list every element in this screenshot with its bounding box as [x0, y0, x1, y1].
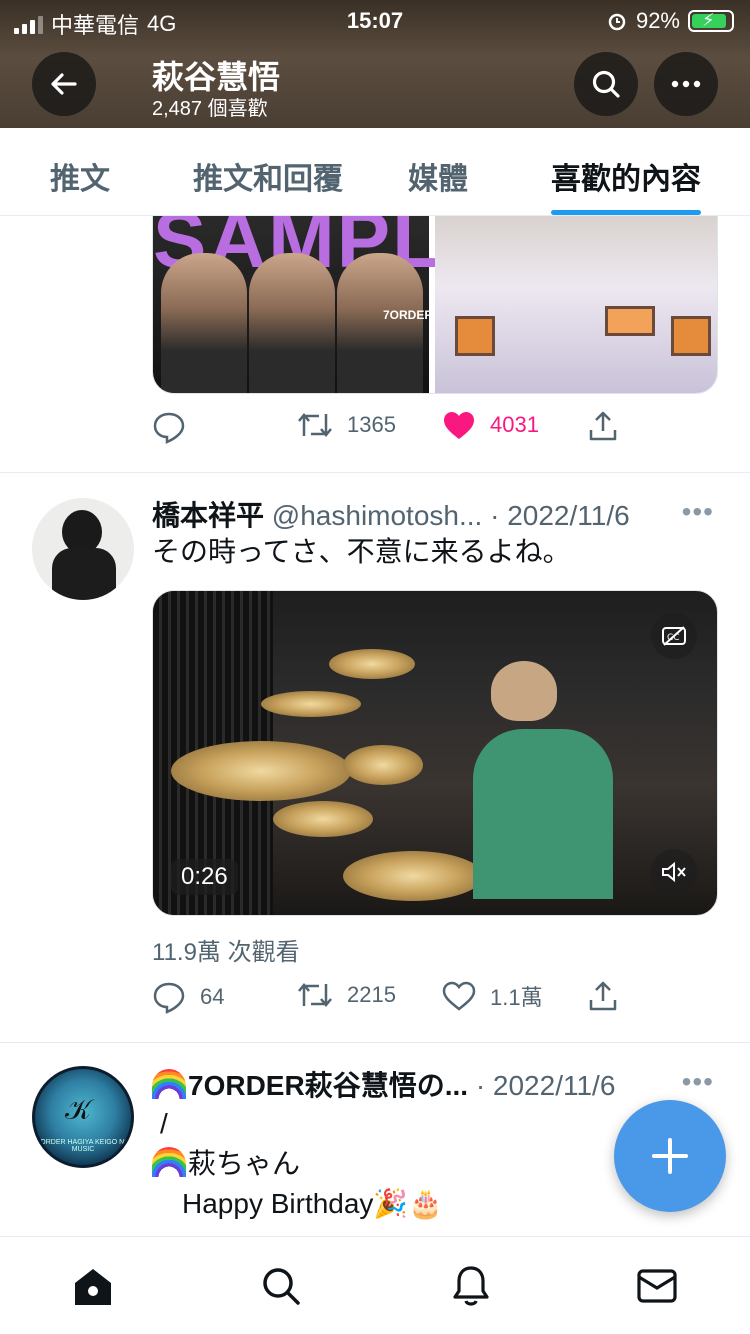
- tweet-actions: 1365 4031: [152, 410, 622, 450]
- like-button[interactable]: 4031: [442, 410, 539, 440]
- retweet-count: 2215: [347, 982, 396, 1007]
- tweet-image-2[interactable]: [435, 216, 717, 393]
- reply-button[interactable]: [152, 410, 186, 444]
- mute-button[interactable]: [651, 849, 697, 895]
- plus-icon: [652, 1138, 688, 1174]
- reply-button[interactable]: 64: [152, 980, 224, 1014]
- arrow-left-icon: [51, 73, 77, 95]
- retweet-icon: [298, 983, 332, 1007]
- home-icon: [75, 1269, 111, 1305]
- alarm-icon: [608, 13, 626, 31]
- video-duration: 0:26: [171, 859, 238, 895]
- mail-icon: [637, 1269, 677, 1303]
- active-tab-indicator: [551, 210, 701, 215]
- signature-graphic: 𝒦: [65, 1093, 92, 1126]
- like-button[interactable]: 1.1萬: [442, 980, 543, 1012]
- author-name[interactable]: 7ORDER萩谷慧悟の...: [188, 1070, 468, 1101]
- tab-tweets-replies[interactable]: 推文和回覆: [193, 154, 343, 198]
- tweet-divider: [0, 472, 750, 473]
- tab-tweets[interactable]: 推文: [50, 154, 110, 198]
- back-button[interactable]: [32, 52, 96, 116]
- avatar[interactable]: 𝒦 7ORDER HAGIYA KEIGO NO MUSIC: [32, 1066, 134, 1168]
- tweet-date[interactable]: · 2022/11/6: [476, 1070, 616, 1101]
- author-handle-date[interactable]: @hashimotosh... · 2022/11/6: [272, 500, 630, 531]
- tab-media[interactable]: 媒體: [408, 154, 468, 198]
- status-right: 92% ⚡: [606, 8, 734, 34]
- nav-notifications[interactable]: [446, 1261, 496, 1311]
- tweet-more-button[interactable]: •••: [682, 496, 714, 528]
- retweet-count: 1365: [347, 412, 396, 437]
- captions-off-icon: CC: [662, 626, 686, 646]
- tweet-header: 橋本祥平 @hashimotosh... · 2022/11/6: [152, 494, 630, 534]
- heart-filled-icon: [444, 412, 474, 439]
- tweet-actions: 64 2215 1.1萬: [152, 980, 622, 1020]
- profile-tabs: 推文 推文和回覆 媒體 喜歡的內容: [0, 128, 750, 216]
- avatar[interactable]: [32, 498, 134, 600]
- search-icon: [263, 1268, 300, 1305]
- reply-icon: [153, 412, 185, 444]
- likes-count: 2,487 個喜歡: [152, 98, 268, 120]
- captions-button[interactable]: CC: [651, 613, 697, 659]
- tweet-video[interactable]: CC 0:26: [152, 590, 718, 916]
- retweet-button[interactable]: 2215: [297, 980, 396, 1010]
- search-icon: [592, 70, 620, 98]
- view-count: 11.9萬 次觀看: [152, 939, 300, 966]
- status-bar: 中華電信 4G 15:07 92% ⚡: [0, 0, 750, 40]
- tweet-text-line: 萩ちゃん: [152, 1144, 300, 1184]
- nav-messages[interactable]: [632, 1261, 682, 1311]
- tweet-image-1[interactable]: SAMPLE 7ORDER: [153, 216, 496, 393]
- tweet-text-line: /: [160, 1108, 168, 1139]
- share-icon: [589, 411, 617, 441]
- heart-icon: [442, 981, 476, 1011]
- tweet-more-button[interactable]: •••: [682, 1066, 714, 1098]
- tweet-divider: [0, 1042, 750, 1043]
- retweet-button[interactable]: 1365: [297, 410, 396, 440]
- author-name[interactable]: 橋本祥平: [152, 500, 264, 531]
- tab-likes[interactable]: 喜歡的內容: [551, 154, 701, 198]
- like-count: 1.1萬: [490, 985, 543, 1010]
- tweet-text-segment: 萩ちゃん: [188, 1148, 301, 1179]
- bell-icon: [453, 1266, 489, 1306]
- bottom-nav: [0, 1236, 750, 1334]
- battery-percent: 92%: [635, 8, 680, 33]
- tweet-text-line: Happy Birthday🎉🎂: [182, 1188, 444, 1219]
- rainbow-icon: [152, 1069, 186, 1099]
- tweet-text: その時ってさ、不意に来るよね。: [152, 536, 571, 567]
- tweet-header: 7ORDER萩谷慧悟の... · 2022/11/6: [152, 1064, 615, 1104]
- profile-header: 中華電信 4G 15:07 92% ⚡ 萩谷慧悟 2,487 個喜歡: [0, 0, 750, 128]
- like-count: 4031: [490, 412, 539, 437]
- reply-count: 64: [200, 984, 225, 1009]
- nav-home[interactable]: [68, 1261, 118, 1311]
- image-logo-text: 7ORDER: [383, 308, 434, 322]
- rainbow-icon: [152, 1147, 186, 1177]
- compose-tweet-button[interactable]: [614, 1100, 726, 1212]
- more-button[interactable]: [654, 52, 718, 116]
- nav-explore[interactable]: [256, 1261, 306, 1311]
- share-button[interactable]: [588, 410, 618, 442]
- avatar-caption: 7ORDER HAGIYA KEIGO NO MUSIC: [36, 1139, 130, 1153]
- search-button[interactable]: [574, 52, 638, 116]
- volume-muted-icon: [662, 861, 686, 883]
- retweet-icon: [298, 413, 332, 437]
- share-icon: [589, 981, 617, 1011]
- reply-icon: [153, 982, 185, 1014]
- tweet-media-grid[interactable]: SAMPLE 7ORDER: [152, 216, 718, 394]
- more-icon: [671, 80, 701, 88]
- page: 中華電信 4G 15:07 92% ⚡ 萩谷慧悟 2,487 個喜歡 推文 推文…: [0, 0, 750, 1334]
- battery-icon: ⚡: [688, 10, 734, 32]
- share-button[interactable]: [588, 980, 618, 1012]
